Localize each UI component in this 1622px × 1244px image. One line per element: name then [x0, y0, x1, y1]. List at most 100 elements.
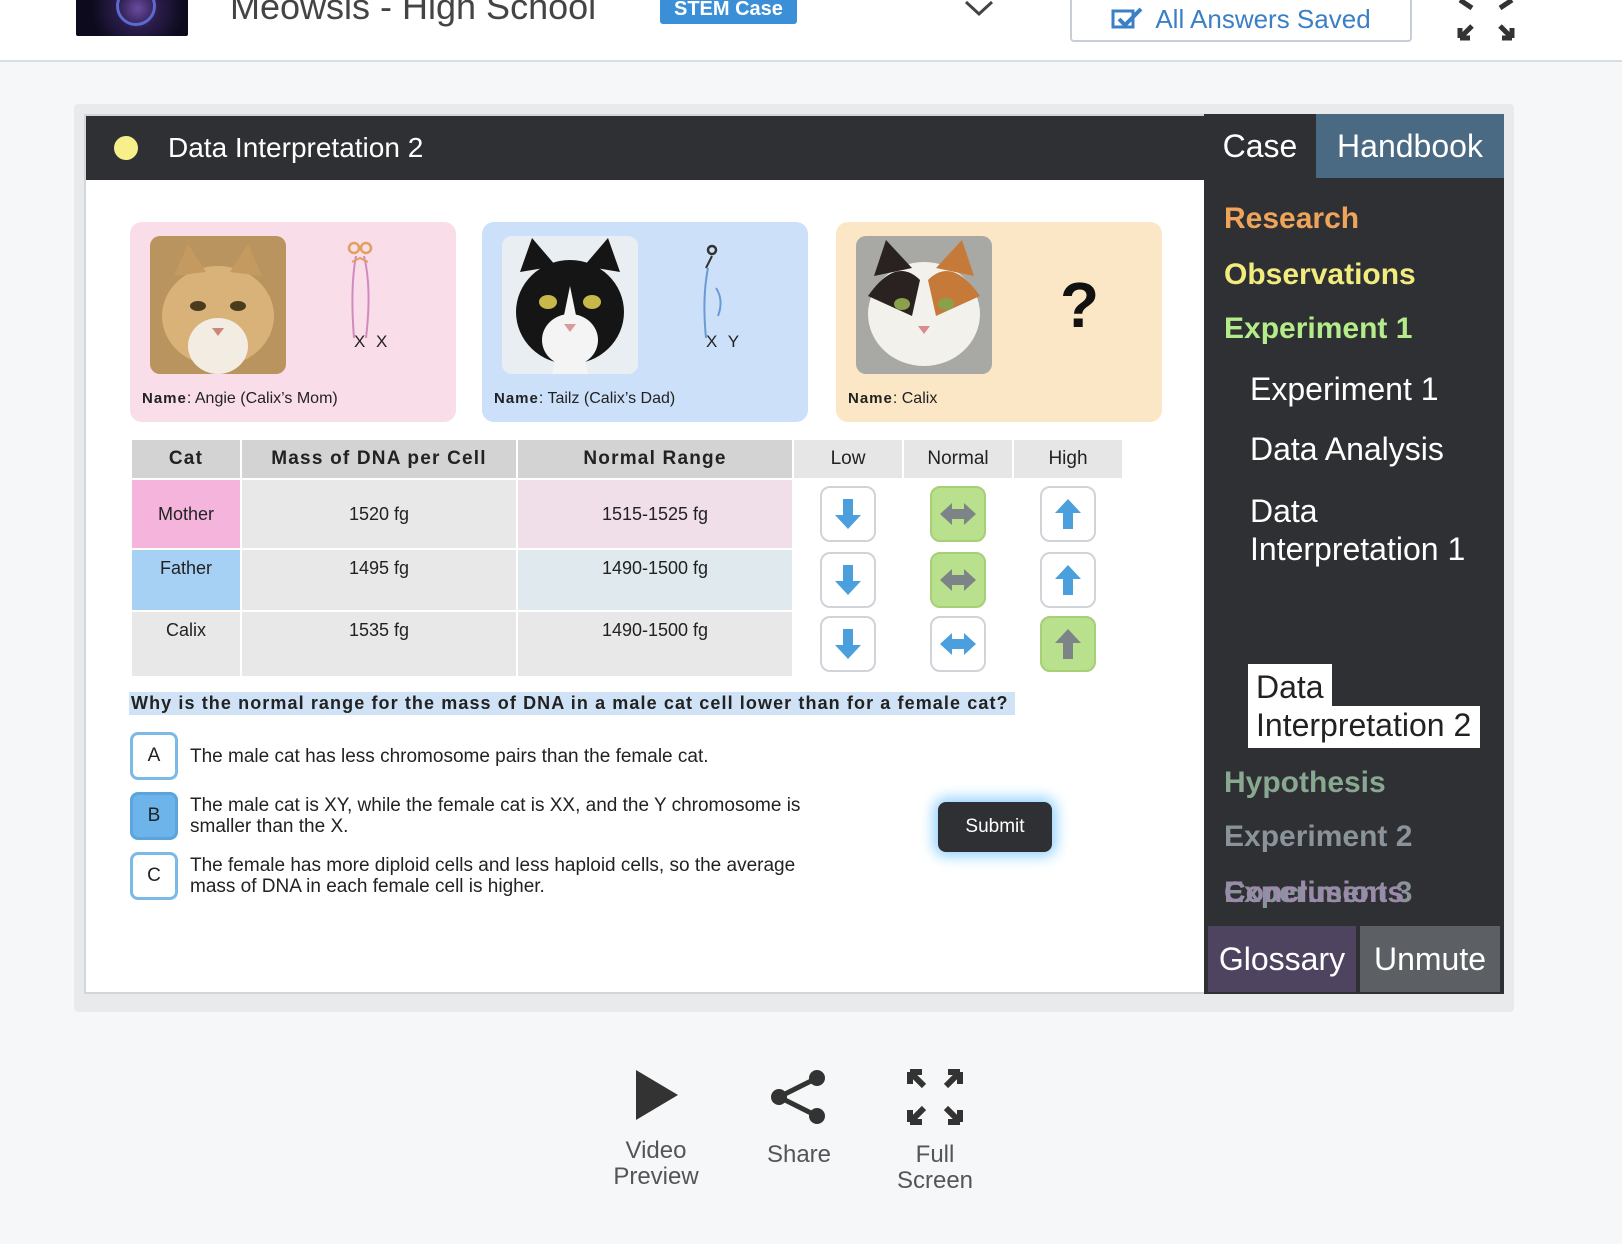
row-cat: Calix [132, 612, 240, 676]
dna-mass-table: Cat Mass of DNA per Cell Normal Range Lo… [130, 438, 1124, 678]
high-button[interactable] [1040, 486, 1096, 542]
arrow-up-icon [1055, 629, 1081, 659]
glossary-button[interactable]: Glossary [1208, 926, 1356, 992]
table-header-cat: Cat [132, 440, 240, 478]
option-text: The male cat has less chromosome pairs t… [190, 745, 709, 767]
low-button[interactable] [820, 486, 876, 542]
mom-chromosome-label: X X [354, 332, 391, 351]
stem-case-badge: STEM Case [660, 0, 797, 24]
active-item-line1: Data [1248, 664, 1332, 706]
high-button[interactable] [1040, 616, 1096, 672]
table-header-normal: Normal [904, 440, 1012, 478]
table-header-low: Low [794, 440, 902, 478]
video-preview-button[interactable]: Video Preview [606, 1068, 706, 1190]
normal-button[interactable] [930, 486, 986, 542]
submit-button[interactable]: Submit [938, 802, 1052, 852]
dad-cat-photo [502, 236, 638, 374]
option-letter[interactable]: B [130, 792, 178, 840]
sidebar-subitem-data-interpretation-1[interactable]: Data Interpretation 1 [1250, 492, 1490, 568]
sidebar-item-hypothesis[interactable]: Hypothesis [1224, 766, 1386, 800]
top-header: Meowsis - High School STEM Case All Answ… [0, 0, 1622, 62]
table-row: Mother 1520 fg 1515-1525 fg [132, 480, 1122, 548]
row-mass: 1535 fg [242, 612, 516, 676]
case-sidebar: Case Handbook Research Observations Expe… [1204, 114, 1504, 994]
table-header-range: Normal Range [518, 440, 792, 478]
calix-name: Name: Calix [848, 390, 938, 407]
chevron-down-icon[interactable] [962, 0, 996, 20]
arrow-left-right-icon [940, 633, 976, 655]
sidebar-subitem-experiment-1[interactable]: Experiment 1 [1250, 370, 1439, 408]
option-text: The male cat is XY, while the female cat… [190, 795, 801, 837]
play-icon [636, 1070, 678, 1120]
sidebar-item-conclusions[interactable]: Conclusions [1224, 876, 1404, 910]
sidebar-item-experiment-2[interactable]: Experiment 2 [1224, 820, 1412, 854]
active-item-line2: Interpretation 2 [1248, 706, 1480, 748]
high-button[interactable] [1040, 552, 1096, 608]
option-text: The female has more diploid cells and le… [190, 855, 796, 897]
content-panel: Data Interpretation 2 X X Name: Angie (C… [84, 114, 1206, 994]
fullscreen-icon [907, 1069, 963, 1125]
full-screen-button[interactable]: Full Screen [890, 1068, 980, 1194]
table-row: Calix 1535 fg 1490-1500 fg [132, 612, 1122, 676]
sidebar-subitem-data-analysis[interactable]: Data Analysis [1250, 430, 1444, 468]
table-row: Father 1495 fg 1490-1500 fg [132, 550, 1122, 610]
normal-button[interactable] [930, 552, 986, 608]
arrow-down-icon [835, 499, 861, 529]
full-screen-label: Full Screen [896, 1141, 974, 1194]
sidebar-item-research[interactable]: Research [1224, 202, 1359, 236]
saved-check-icon [1111, 7, 1143, 29]
option-letter[interactable]: C [130, 852, 178, 900]
arrow-down-icon [835, 629, 861, 659]
dad-name: Name: Tailz (Calix’s Dad) [494, 390, 676, 407]
calix-card: ? Name: Calix [836, 222, 1162, 422]
table-header-high: High [1014, 440, 1122, 478]
fullscreen-icon[interactable] [1456, 0, 1516, 42]
dad-card: X Y Name: Tailz (Calix’s Dad) [482, 222, 808, 422]
mom-card: X X Name: Angie (Calix’s Mom) [130, 222, 456, 422]
dad-chromosome-label: X Y [706, 332, 743, 351]
saved-label: All Answers Saved [1155, 3, 1371, 34]
share-label: Share [766, 1141, 832, 1168]
calix-cat-photo [856, 236, 992, 374]
row-range: 1490-1500 fg [518, 550, 792, 610]
table-header-mass: Mass of DNA per Cell [242, 440, 516, 478]
panel-title: Data Interpretation 2 [168, 132, 424, 163]
arrow-left-right-icon [940, 569, 976, 591]
arrow-up-icon [1055, 565, 1081, 595]
panel-header: Data Interpretation 2 [86, 116, 1204, 180]
arrow-up-icon [1055, 499, 1081, 529]
tab-handbook[interactable]: Handbook [1316, 114, 1504, 178]
video-preview-label: Video Preview [613, 1137, 699, 1190]
question-text: Why is the normal range for the mass of … [129, 692, 1015, 715]
option-letter[interactable]: A [130, 732, 178, 780]
calix-chromosome-unknown: ? [1060, 269, 1100, 341]
answer-option-c[interactable]: C The female has more diploid cells and … [130, 852, 810, 900]
answer-option-a[interactable]: A The male cat has less chromosome pairs… [130, 732, 810, 780]
row-range: 1515-1525 fg [518, 480, 792, 548]
all-answers-saved-button[interactable]: All Answers Saved [1070, 0, 1412, 42]
share-button[interactable]: Share [754, 1068, 844, 1168]
arrow-left-right-icon [940, 503, 976, 525]
low-button[interactable] [820, 552, 876, 608]
mom-cat-photo [150, 236, 286, 374]
row-range: 1490-1500 fg [518, 612, 792, 676]
mom-name: Name: Angie (Calix’s Mom) [142, 390, 338, 407]
answer-option-b[interactable]: B The male cat is XY, while the female c… [130, 792, 810, 840]
arrow-down-icon [835, 565, 861, 595]
sidebar-item-experiment-1[interactable]: Experiment 1 [1224, 312, 1412, 346]
unmute-button[interactable]: Unmute [1360, 926, 1500, 992]
share-icon [771, 1070, 825, 1124]
row-mass: 1520 fg [242, 480, 516, 548]
tab-case[interactable]: Case [1204, 114, 1316, 178]
row-mass: 1495 fg [242, 550, 516, 610]
case-thumbnail[interactable] [76, 0, 188, 36]
sidebar-item-observations[interactable]: Observations [1224, 258, 1416, 292]
status-dot-icon [114, 136, 138, 160]
case-title: Meowsis - High School [230, 0, 597, 27]
sidebar-nav: Research Observations Experiment 1 Exper… [1204, 178, 1504, 909]
low-button[interactable] [820, 616, 876, 672]
row-cat: Mother [132, 480, 240, 548]
sidebar-subitem-data-interpretation-2[interactable]: Data Interpretation 2 [1248, 664, 1480, 748]
row-cat: Father [132, 550, 240, 610]
normal-button[interactable] [930, 616, 986, 672]
